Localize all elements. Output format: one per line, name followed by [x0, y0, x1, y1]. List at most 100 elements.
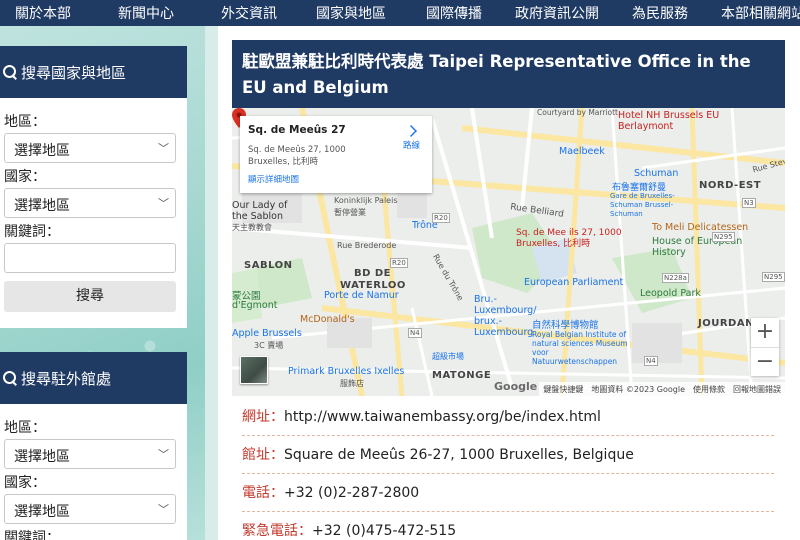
search-country-panel: 搜尋國家與地區 地區： 選擇地區 ﹀ 國家： 選擇地區 ﹀ 關鍵詞： 搜尋 [0, 46, 187, 328]
top-navigation: 關於本部 新聞中心 外交資訊 國家與地區 國際傳播 政府資訊公開 為民服務 本部… [0, 0, 800, 26]
main-content: 駐歐盟兼駐比利時代表處 Taipei Representative Office… [218, 26, 800, 540]
map-label-n228a: N228a [662, 273, 689, 283]
region-select[interactable]: 選擇地區 ﹀ [4, 133, 176, 163]
mission-country-select[interactable]: 選擇地區 ﹀ [4, 494, 176, 524]
emergency-row: 緊急電話：+32 (0)475-472-515 [242, 512, 774, 540]
map-label-sablon-church: Our Lady of the Sablon [232, 200, 288, 222]
address-row: 館址：Square de Meeûs 26-27, 1000 Bruxelles… [242, 436, 774, 474]
view-larger-map-link[interactable]: 顯示詳細地圖 [248, 173, 299, 185]
pin-label: Sq. de Mee ils 27, 1000 Bruxelles, 比利時 [516, 228, 622, 249]
search-icon [2, 370, 18, 386]
map-label-supermarket: 超級市場 [432, 352, 464, 361]
search-button[interactable]: 搜尋 [4, 281, 176, 312]
map-label-r20: R20 [432, 213, 450, 223]
phone-row: 電話：+32 (0)2-287-2800 [242, 474, 774, 512]
website-label: 網址： [242, 409, 284, 425]
nav-news[interactable]: 新聞中心 [118, 3, 174, 23]
google-logo: Google [494, 380, 538, 393]
map-label-porte-namur: Porte de Namur [324, 290, 399, 301]
map-label-brussels-schuman: Gare de Bruxelles-Schuman Brussel-Schuma… [610, 192, 675, 218]
map-label-hotel-nh: Hotel NH Brussels EU Berlaymont [618, 110, 720, 132]
map-label-rue-brederode: Rue Brederode [337, 241, 397, 250]
embedded-map[interactable]: Courtyard by Marriott Hotel NH Brussels … [232, 108, 785, 396]
map-label-n3: N3 [742, 198, 756, 208]
phone-value: +32 (0)2-287-2800 [284, 485, 420, 501]
map-label-jourdan: JOURDAN [698, 318, 754, 329]
search-country-header: 搜尋國家與地區 [0, 46, 187, 98]
map-label-primark-cn: 服飾店 [340, 379, 364, 388]
mission-country-label: 國家： [4, 475, 46, 491]
country-select[interactable]: 選擇地區 ﹀ [4, 188, 176, 218]
search-country-title: 搜尋國家與地區 [21, 63, 127, 82]
region-label: 地區： [4, 114, 46, 130]
card-place-name: Sq. de Meeûs 27 [248, 124, 346, 136]
map-label-nord-est: NORD-EST [699, 180, 762, 191]
map-info-card: Sq. de Meeûs 27 Sq. de Meeûs 27, 1000 Br… [240, 116, 432, 193]
map-label-n4-2: N4 [644, 356, 658, 366]
map-label-r20-2: R20 [390, 258, 408, 268]
nav-international[interactable]: 國際傳播 [426, 3, 482, 23]
map-label-science: 自然科學博物館 [532, 320, 599, 331]
map-label-matonge: MATONGE [432, 370, 492, 381]
map-label-apple-cn: 3C 賣場 [254, 341, 284, 350]
map-label-n295-2: N295 [762, 272, 785, 282]
map-label-eu-parliament: European Parliament [524, 277, 624, 288]
search-icon [2, 64, 18, 80]
map-label-egmont: d'Egmont [232, 300, 278, 311]
address-label: 館址： [242, 447, 284, 463]
search-mission-panel: 搜尋駐外館處 地區： 選擇地區 ﹀ 國家： 選擇地區 ﹀ 關鍵詞： [0, 352, 187, 540]
map-label-leopold: Leopold Park [640, 288, 701, 299]
chevron-down-icon: ﹀ [158, 503, 169, 516]
map-label-courtyard: Courtyard by Marriott [537, 108, 618, 117]
country-label: 國家： [4, 169, 46, 185]
map-label-sablon: SABLON [244, 260, 293, 271]
mission-region-label: 地區： [4, 420, 46, 436]
map-label-maelbeek: Maelbeek [559, 146, 605, 157]
chevron-down-icon: ﹀ [158, 142, 169, 155]
country-select-value: 選擇地區 [14, 198, 70, 214]
card-address: Sq. de Meeûs 27, 1000 Bruxelles, 比利時 [248, 145, 346, 167]
address-value: Square de Meeûs 26-27, 1000 Bruxelles, B… [284, 447, 634, 463]
nav-countries[interactable]: 國家與地區 [316, 3, 386, 23]
chevron-down-icon: ﹀ [158, 197, 169, 210]
keyword-input[interactable] [4, 243, 176, 273]
map-label-bd-waterloo: BD DE WATERLOO [340, 268, 406, 291]
zoom-out-button[interactable]: − [751, 347, 779, 376]
search-mission-header: 搜尋駐外館處 [0, 352, 187, 404]
mission-keyword-label: 關鍵詞： [4, 530, 60, 540]
region-select-value: 選擇地區 [14, 143, 70, 159]
directions-icon [405, 125, 418, 137]
map-label-koninklijk: Koninklijk Paleis [334, 196, 398, 205]
map-label-apple: Apple Brussels [232, 328, 302, 339]
zoom-controls: + − [751, 318, 779, 376]
zoom-in-button[interactable]: + [751, 318, 779, 347]
route-label: 路線 [402, 141, 420, 151]
map-label-primark: Primark Bruxelles Ixelles [288, 366, 405, 377]
map-label-schuman: Schuman [634, 168, 679, 179]
emergency-label: 緊急電話： [242, 523, 312, 539]
nav-about[interactable]: 關於本部 [15, 3, 71, 23]
route-button[interactable]: 路線 [403, 125, 420, 151]
satellite-toggle[interactable] [240, 356, 268, 384]
map-label-sablon-church-cn: 天主教教會 [232, 223, 272, 232]
website-link[interactable]: http://www.taiwanembassy.org/be/index.ht… [284, 409, 601, 425]
emergency-value: +32 (0)475-472-515 [312, 523, 457, 539]
keyword-label: 關鍵詞： [4, 224, 60, 240]
nav-gov-info[interactable]: 政府資訊公開 [515, 3, 599, 23]
map-label-n295: N295 [712, 232, 735, 242]
nav-diplomacy[interactable]: 外交資訊 [221, 3, 277, 23]
map-footer[interactable]: 鍵盤快捷鍵 地圖資料 ©2023 Google 使用條款 回報地圖錯誤 [539, 382, 785, 396]
nav-services[interactable]: 為民服務 [632, 3, 688, 23]
nav-related-sites[interactable]: 本部相關網站 [721, 3, 800, 23]
mission-region-select-value: 選擇地區 [14, 449, 70, 465]
mission-region-select[interactable]: 選擇地區 ﹀ [4, 439, 176, 469]
map-label-koninklijk-cn: 暫停營業 [334, 208, 366, 217]
chevron-down-icon: ﹀ [158, 448, 169, 461]
map-label-mcdonalds: McDonald's [300, 314, 355, 325]
map-label-science-en: Royal Belgian Institute of natural scien… [532, 330, 628, 366]
website-row: 網址：http://www.taiwanembassy.org/be/index… [242, 398, 774, 436]
phone-label: 電話： [242, 485, 284, 501]
map-label-n4: N4 [408, 328, 422, 338]
search-mission-title: 搜尋駐外館處 [21, 369, 112, 388]
mission-country-select-value: 選擇地區 [14, 504, 70, 520]
